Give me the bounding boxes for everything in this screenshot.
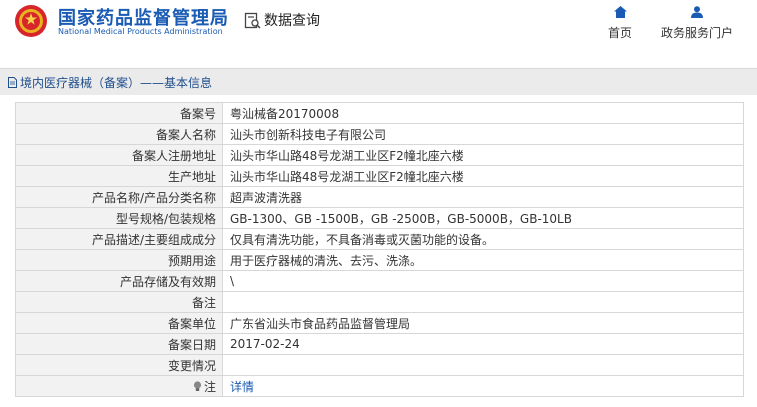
- table-row: 产品存储及有效期 \: [15, 270, 744, 292]
- field-label: 产品名称/产品分类名称: [15, 186, 223, 208]
- field-label: 备案号: [15, 102, 223, 124]
- table-row: 产品描述/主要组成成分 仅具有清洗功能，不具备消毒或灭菌功能的设备。: [15, 228, 744, 250]
- data-query-title: 数据查询: [264, 13, 320, 29]
- table-row: 备案人注册地址 汕头市华山路48号龙湖工业区F2幢北座六楼: [15, 144, 744, 166]
- field-label: 备案人注册地址: [15, 144, 223, 166]
- lightbulb-icon: [193, 380, 202, 391]
- document-icon: [8, 77, 17, 88]
- table-row: 备注: [15, 291, 744, 313]
- field-label: 产品描述/主要组成成分: [15, 228, 223, 250]
- field-label: 备案日期: [15, 333, 223, 355]
- field-value: 汕头市创新科技电子有限公司: [222, 123, 744, 145]
- field-value: 超声波清洗器: [222, 186, 744, 208]
- table-row: 备案单位 广东省汕头市食品药品监督管理局: [15, 312, 744, 334]
- note-label: 注: [15, 375, 223, 397]
- table-row: 预期用途 用于医疗器械的清洗、去污、洗涤。: [15, 249, 744, 271]
- field-value: 2017-02-24: [222, 333, 744, 355]
- field-label: 产品存储及有效期: [15, 270, 223, 292]
- field-label: 备案人名称: [15, 123, 223, 145]
- field-value: \: [222, 270, 744, 292]
- details-link[interactable]: 详情: [230, 380, 254, 394]
- brand-subtitle: National Medical Products Administration: [58, 27, 223, 36]
- home-icon: [613, 6, 627, 18]
- section-title[interactable]: 境内医疗器械（备案）——基本信息: [8, 74, 212, 91]
- field-value: 粤汕械备20170008: [222, 102, 744, 124]
- table-row: 产品名称/产品分类名称 超声波清洗器: [15, 186, 744, 208]
- nav-home[interactable]: 首页: [604, 6, 636, 41]
- field-value: [222, 291, 744, 313]
- field-value: 用于医疗器械的清洗、去污、洗涤。: [222, 249, 744, 271]
- note-row: 注 详情: [15, 375, 744, 397]
- table-row: 型号规格/包装规格 GB-1300、GB -1500B，GB -2500B，GB-…: [15, 207, 744, 229]
- field-label: 备案单位: [15, 312, 223, 334]
- section-title-text: 境内医疗器械（备案）——基本信息: [20, 76, 213, 90]
- field-label: 变更情况: [15, 354, 223, 376]
- field-label: 预期用途: [15, 249, 223, 271]
- field-value: 广东省汕头市食品药品监督管理局: [222, 312, 744, 334]
- nav-service-portal[interactable]: 政务服务门户: [656, 6, 738, 41]
- field-label: 型号规格/包装规格: [15, 207, 223, 229]
- nav-home-label: 首页: [607, 26, 632, 40]
- record-details-table: 备案号 粤汕械备20170008 备案人名称 汕头市创新科技电子有限公司 备案人注册地址…: [15, 102, 744, 397]
- nav-portal-label: 政务服务门户: [660, 26, 733, 40]
- site-header: 国家药品监督管理局 National Medical Products Admi…: [0, 0, 757, 56]
- table-row: 备案号 粤汕械备20170008: [15, 102, 744, 124]
- field-value: GB-1300、GB -1500B，GB -2500B，GB-5000B，GB-…: [222, 207, 744, 229]
- field-label: 备注: [15, 291, 223, 313]
- search-document-icon: [244, 12, 261, 29]
- field-value: 汕头市华山路48号龙湖工业区F2幢北座六楼: [222, 144, 744, 166]
- table-row: 变更情况: [15, 354, 744, 376]
- field-label: 生产地址: [15, 165, 223, 187]
- section-header: 境内医疗器械（备案）——基本信息: [0, 68, 757, 95]
- user-icon: [691, 6, 703, 18]
- field-value: 汕头市华山路48号龙湖工业区F2幢北座六楼: [222, 165, 744, 187]
- table-row: 备案日期 2017-02-24: [15, 333, 744, 355]
- national-emblem-icon: [15, 5, 47, 37]
- field-value: [222, 354, 744, 376]
- note-label-text: 注: [203, 379, 216, 394]
- field-value: 仅具有清洗功能，不具备消毒或灭菌功能的设备。: [222, 228, 744, 250]
- note-value: 详情: [222, 375, 744, 397]
- table-row: 生产地址 汕头市华山路48号龙湖工业区F2幢北座六楼: [15, 165, 744, 187]
- table-row: 备案人名称 汕头市创新科技电子有限公司: [15, 123, 744, 145]
